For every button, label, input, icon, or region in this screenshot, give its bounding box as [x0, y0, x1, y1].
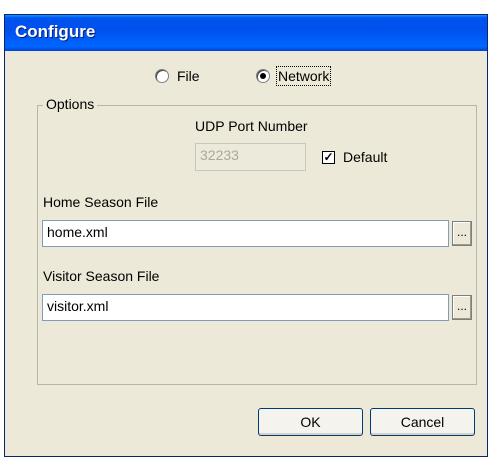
visitor-season-file-input[interactable]: visitor.xml — [42, 294, 449, 321]
ok-button[interactable]: OK — [258, 408, 363, 436]
file-radio-label[interactable]: File — [177, 68, 200, 84]
default-checkbox[interactable]: ✓ — [322, 151, 335, 164]
home-season-file-input[interactable]: home.xml — [42, 220, 449, 247]
default-checkbox-label[interactable]: Default — [343, 149, 387, 165]
visitor-browse-button[interactable]: ... — [452, 295, 472, 320]
configure-dialog: Configure File Network Options UDP Port … — [4, 14, 488, 457]
visitor-season-file-label: Visitor Season File — [43, 268, 160, 284]
udp-port-label: UDP Port Number — [195, 118, 308, 134]
file-radio-button[interactable] — [155, 69, 169, 83]
title-bar[interactable]: Configure — [5, 15, 487, 51]
home-browse-button[interactable]: ... — [452, 221, 472, 246]
home-season-file-label: Home Season File — [43, 194, 159, 210]
udp-port-input: 32233 — [195, 143, 306, 171]
network-radio-label[interactable]: Network — [275, 66, 332, 86]
network-radio-button[interactable] — [256, 69, 270, 83]
file-radio-option[interactable]: File — [155, 67, 200, 85]
network-radio-option[interactable]: Network — [256, 66, 332, 86]
cancel-button[interactable]: Cancel — [370, 408, 475, 436]
window-title: Configure — [15, 22, 96, 41]
options-group-label: Options — [43, 96, 98, 112]
